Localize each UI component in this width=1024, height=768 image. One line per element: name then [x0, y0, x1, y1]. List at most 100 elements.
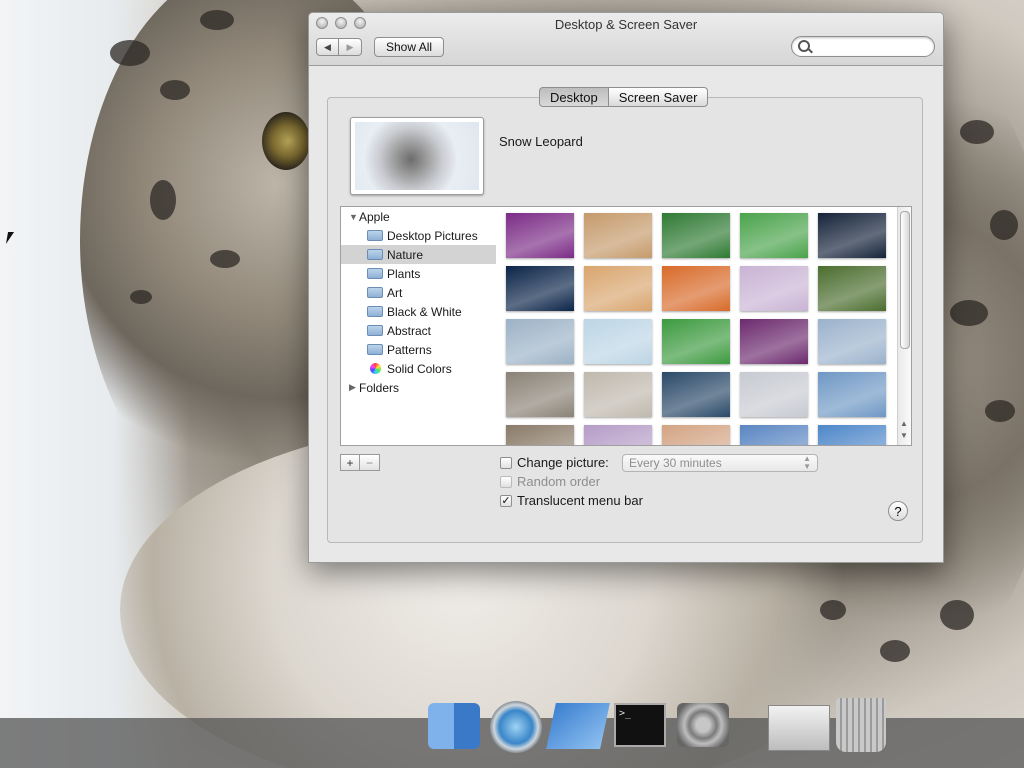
folder-icon: [367, 325, 383, 336]
source-group-label: Folders: [359, 380, 400, 395]
source-item-label: Nature: [387, 247, 424, 262]
wallpaper-thumbnail[interactable]: [740, 425, 808, 445]
wallpaper-thumbnail[interactable]: [740, 266, 808, 311]
tab-screen-saver[interactable]: Screen Saver: [608, 87, 709, 107]
wallpaper-thumbnail[interactable]: [662, 319, 730, 364]
current-picture-preview: [350, 117, 484, 195]
folder-icon: [367, 230, 383, 241]
source-item-label: Art: [387, 285, 403, 300]
search-input[interactable]: [814, 38, 930, 55]
add-remove-buttons: + −: [340, 454, 380, 471]
title-bar: Desktop & Screen Saver ◀ ▶ Show All: [309, 13, 943, 66]
wallpaper-thumbnail[interactable]: [584, 266, 652, 311]
wallpaper-thumbnail[interactable]: [506, 319, 574, 364]
source-item-nature[interactable]: Nature: [341, 245, 496, 264]
translucent-menu-bar-checkbox[interactable]: ✓: [500, 494, 512, 507]
scroll-up-arrow-icon[interactable]: ▲: [900, 419, 908, 428]
folder-icon: [367, 287, 383, 298]
wallpaper-thumbnail[interactable]: [506, 372, 574, 417]
picture-thumbnail-grid[interactable]: ▲ ▼: [497, 206, 912, 446]
source-item-art[interactable]: Art: [341, 283, 522, 302]
search-icon: [798, 40, 810, 52]
change-picture-label: Change picture:: [517, 455, 609, 470]
wallpaper-thumbnail[interactable]: [818, 213, 886, 258]
source-item-black-white[interactable]: Black & White: [341, 302, 522, 321]
scrollbar-thumb[interactable]: [900, 211, 910, 349]
help-button[interactable]: ?: [888, 501, 908, 521]
folder-icon: [367, 306, 383, 317]
system-preferences-icon[interactable]: [677, 703, 729, 747]
source-group-apple[interactable]: ▼ Apple: [341, 207, 496, 226]
wallpaper-thumbnail[interactable]: [662, 372, 730, 417]
finder-icon[interactable]: [428, 703, 480, 749]
folder-icon: [367, 249, 383, 260]
source-item-label: Patterns: [387, 342, 432, 357]
wallpaper-thumbnail[interactable]: [584, 372, 652, 417]
source-item-label: Solid Colors: [387, 361, 452, 376]
folder-icon: [367, 344, 383, 355]
trash-icon[interactable]: [836, 698, 886, 752]
wallpaper-thumbnail[interactable]: [740, 213, 808, 258]
wallpaper-thumbnail[interactable]: [662, 425, 730, 445]
source-item-abstract[interactable]: Abstract: [341, 321, 522, 340]
downloads-stack-icon[interactable]: [768, 705, 830, 751]
picture-source-list[interactable]: ▼ Apple Desktop Pictures Nature Plants A…: [340, 206, 499, 446]
show-all-button[interactable]: Show All: [374, 37, 445, 57]
wallpaper-thumbnail[interactable]: [506, 266, 574, 311]
translucent-menu-bar-label: Translucent menu bar: [517, 493, 643, 508]
xcode-icon[interactable]: [546, 703, 610, 749]
wallpaper-thumbnail[interactable]: [506, 213, 574, 258]
wallpaper-thumbnail[interactable]: [740, 372, 808, 417]
source-item-label: Desktop Pictures: [387, 228, 478, 243]
nav-buttons: ◀ ▶: [316, 38, 362, 56]
random-order-option: Random order: [500, 474, 600, 489]
change-picture-checkbox[interactable]: [500, 456, 512, 469]
random-order-checkbox[interactable]: [500, 475, 512, 488]
tab-bar: Desktop Screen Saver: [539, 87, 709, 107]
source-item-patterns[interactable]: Patterns: [341, 340, 522, 359]
wallpaper-thumbnail[interactable]: [818, 372, 886, 417]
wallpaper-thumbnail[interactable]: [662, 213, 730, 258]
color-wheel-icon: [370, 363, 381, 374]
wallpaper-thumbnail[interactable]: [818, 319, 886, 364]
source-group-folders[interactable]: ▶ Folders: [341, 378, 496, 397]
scroll-down-arrow-icon[interactable]: ▼: [900, 431, 908, 440]
preferences-window: Desktop & Screen Saver ◀ ▶ Show All Desk…: [308, 12, 944, 563]
wallpaper-thumbnail[interactable]: [584, 425, 652, 445]
source-group-label: Apple: [359, 209, 390, 224]
translucent-menu-bar-option: ✓ Translucent menu bar: [500, 493, 643, 508]
safari-icon[interactable]: [490, 701, 542, 753]
wallpaper-thumbnail[interactable]: [584, 319, 652, 364]
source-item-desktop-pictures[interactable]: Desktop Pictures: [341, 226, 522, 245]
source-item-label: Abstract: [387, 323, 432, 338]
wallpaper-thumbnail[interactable]: [662, 266, 730, 311]
window-title: Desktop & Screen Saver: [554, 17, 698, 32]
back-button[interactable]: ◀: [316, 38, 339, 56]
remove-folder-button[interactable]: −: [360, 454, 380, 471]
disclosure-open-icon[interactable]: ▼: [349, 212, 359, 222]
tab-desktop[interactable]: Desktop: [539, 87, 609, 107]
wallpaper-thumbnail[interactable]: [584, 213, 652, 258]
popup-arrows-icon: ▲ ▼: [803, 454, 811, 471]
wallpaper-thumbnail[interactable]: [506, 425, 574, 445]
source-item-solid-colors[interactable]: Solid Colors: [341, 359, 522, 378]
add-folder-button[interactable]: +: [340, 454, 360, 471]
source-item-label: Black & White: [387, 304, 462, 319]
wallpaper-thumbnail[interactable]: [740, 319, 808, 364]
terminal-icon[interactable]: >_: [614, 703, 666, 747]
change-picture-option: Change picture:: [500, 455, 609, 470]
random-order-label: Random order: [517, 474, 601, 489]
interval-value: Every 30 minutes: [629, 456, 722, 470]
source-item-label: Plants: [387, 266, 421, 281]
folder-icon: [367, 268, 383, 279]
disclosure-closed-icon[interactable]: ▶: [349, 382, 359, 393]
wallpaper-thumbnail[interactable]: [818, 266, 886, 311]
change-interval-popup[interactable]: Every 30 minutes ▲ ▼: [622, 454, 818, 472]
search-field[interactable]: [791, 36, 935, 57]
snow-leopard-thumbnail: [355, 122, 479, 190]
source-item-plants[interactable]: Plants: [341, 264, 522, 283]
thumbnail-scrollbar[interactable]: ▲ ▼: [897, 207, 911, 445]
leopard-eye: [262, 112, 310, 170]
forward-button[interactable]: ▶: [339, 38, 362, 56]
wallpaper-thumbnail[interactable]: [818, 425, 886, 445]
